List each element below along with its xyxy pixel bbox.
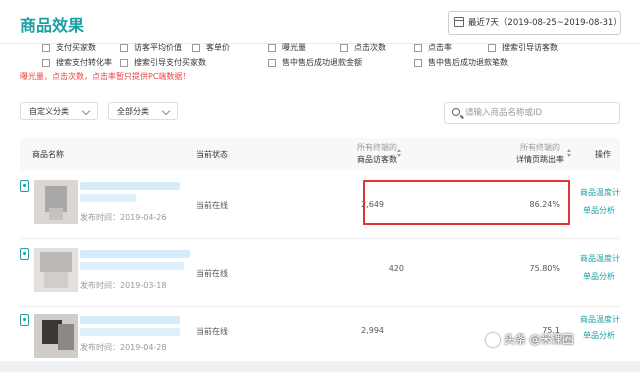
table-row: 发布时间：2019-03-18 当前在线 420 75.80% 商品温度计 单品… [20, 240, 620, 307]
checkbox[interactable] [120, 43, 128, 52]
product-thumbnail[interactable] [34, 180, 78, 224]
visitor-count: 2,649 [361, 200, 384, 209]
status-text: 当前在线 [196, 327, 228, 336]
product-title-blurred[interactable] [80, 194, 136, 202]
column-header-status: 当前状态 [196, 150, 228, 159]
date-range-label: 最近7天（2019-08-25~2019-08-31） [468, 18, 622, 28]
column-header-name: 商品名称 [32, 150, 64, 159]
product-thumbnail[interactable] [34, 314, 78, 358]
bounce-rate: 86.24% [529, 200, 560, 209]
product-title-blurred[interactable] [80, 250, 190, 258]
checkbox[interactable] [120, 58, 128, 67]
metric-option[interactable]: 搜索支付转化率 [42, 57, 112, 69]
product-title-blurred[interactable] [80, 262, 184, 270]
search-icon [452, 108, 460, 116]
toutiao-logo-icon [486, 333, 500, 347]
metric-option[interactable]: 点击率 [414, 42, 452, 54]
thermometer-link[interactable]: 商品温度计 [580, 187, 620, 198]
chevron-down-icon [81, 106, 91, 116]
watermark: 头条 @米课圈 [486, 331, 574, 347]
product-search-box[interactable] [444, 102, 620, 124]
status-text: 当前在线 [196, 201, 228, 210]
checkbox[interactable] [414, 58, 422, 67]
thermometer-link[interactable]: 商品温度计 [580, 314, 620, 325]
metric-option[interactable]: 售中售后成功退款笔数 [414, 57, 508, 69]
pc-only-warning: 曝光量，点击次数，点击率暂只提供PC端数据！ [20, 72, 191, 81]
item-analysis-link[interactable]: 单品分析 [583, 205, 615, 216]
mobile-device-icon [20, 248, 29, 260]
metric-option[interactable]: 搜索引导访客数 [488, 42, 558, 54]
checkbox[interactable] [340, 43, 348, 52]
column-header-bounce[interactable]: 详情页跳出率 [516, 154, 564, 165]
publish-time: 发布时间：2019-04-26 [80, 213, 167, 222]
table-row: 发布时间：2019-04-26 当前在线 2,649 86.24% 商品温度计 … [20, 172, 620, 239]
metric-option[interactable]: 搜索引导支付买家数 [120, 57, 206, 69]
metric-option[interactable]: 点击次数 [340, 42, 386, 54]
all-category-select[interactable]: 全部分类 [108, 102, 178, 120]
bounce-rate: 75.80% [529, 264, 560, 273]
metric-option[interactable]: 支付买家数 [42, 42, 96, 54]
sort-down-icon[interactable] [567, 154, 571, 157]
custom-category-select[interactable]: 自定义分类 [20, 102, 98, 120]
sort-up-icon[interactable] [397, 149, 401, 152]
checkbox[interactable] [488, 43, 496, 52]
status-text: 当前在线 [196, 269, 228, 278]
checkbox[interactable] [42, 58, 50, 67]
search-input[interactable] [465, 105, 615, 121]
metric-option[interactable]: 售中售后成功退款金额 [268, 57, 362, 69]
product-thumbnail[interactable] [34, 248, 78, 292]
date-range-picker[interactable]: 最近7天（2019-08-25~2019-08-31） [448, 11, 622, 35]
checkbox[interactable] [192, 43, 200, 52]
calendar-icon [454, 17, 464, 27]
item-analysis-link[interactable]: 单品分析 [583, 271, 615, 282]
page-title: 商品效果 [20, 16, 85, 35]
metric-option[interactable]: 访客平均价值 [120, 42, 182, 54]
column-header-visitors-sub: 所有终端的 [357, 143, 397, 152]
checkbox[interactable] [268, 58, 276, 67]
publish-time: 发布时间：2019-03-18 [80, 281, 167, 290]
column-header-visitors[interactable]: 商品访客数 [357, 154, 397, 165]
visitor-count: 2,994 [361, 326, 384, 335]
sort-up-icon[interactable] [567, 149, 571, 152]
publish-time: 发布时间：2019-04-28 [80, 343, 167, 352]
product-effect-panel: 商品效果 最近7天（2019-08-25~2019-08-31） 支付买家数 访… [0, 0, 640, 361]
metric-option[interactable]: 客单价 [192, 42, 230, 54]
column-header-bounce-sub: 所有终端的 [520, 143, 560, 152]
checkbox[interactable] [414, 43, 422, 52]
column-header-actions: 操作 [595, 150, 611, 159]
product-title-blurred[interactable] [80, 182, 180, 190]
item-analysis-link[interactable]: 单品分析 [583, 330, 615, 341]
product-title-blurred[interactable] [80, 328, 180, 336]
product-title-blurred[interactable] [80, 316, 180, 324]
mobile-device-icon [20, 180, 29, 192]
metric-option[interactable]: 曝光量 [268, 42, 306, 54]
mobile-device-icon [20, 314, 29, 326]
visitor-count: 420 [388, 264, 404, 273]
table-header: 商品名称 当前状态 所有终端的 商品访客数 所有终端的 详情页跳出率 操作 [20, 138, 620, 170]
checkbox[interactable] [268, 43, 276, 52]
checkbox[interactable] [42, 43, 50, 52]
sort-down-icon[interactable] [397, 154, 401, 157]
chevron-down-icon [161, 106, 171, 116]
thermometer-link[interactable]: 商品温度计 [580, 253, 620, 264]
